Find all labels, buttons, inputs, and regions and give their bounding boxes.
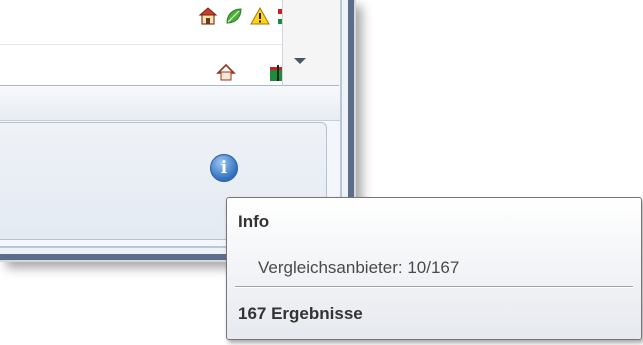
scroll-down-arrow-icon[interactable] [294, 58, 306, 64]
info-button[interactable]: i [210, 154, 238, 182]
list-item[interactable] [0, 0, 294, 44]
leaf-icon [226, 8, 242, 24]
warning-icon [250, 6, 270, 25]
results-list[interactable] [0, 0, 294, 89]
toolbar-band [0, 86, 340, 121]
status-icons [216, 61, 288, 81]
house-outline-icon [216, 63, 236, 81]
house-icon [198, 7, 218, 25]
list-item[interactable] [0, 44, 286, 89]
info-tooltip: Info Vergleichsanbieter: 10/167 167 Erge… [226, 197, 642, 340]
info-icon: i [220, 158, 228, 178]
tooltip-title: Info [238, 212, 270, 231]
list-scrollbar[interactable] [282, 0, 339, 86]
tooltip-separator [235, 286, 633, 288]
tooltip-footer: 167 Ergebnisse [238, 304, 363, 323]
tooltip-body: Vergleichsanbieter: 10/167 [258, 258, 460, 277]
